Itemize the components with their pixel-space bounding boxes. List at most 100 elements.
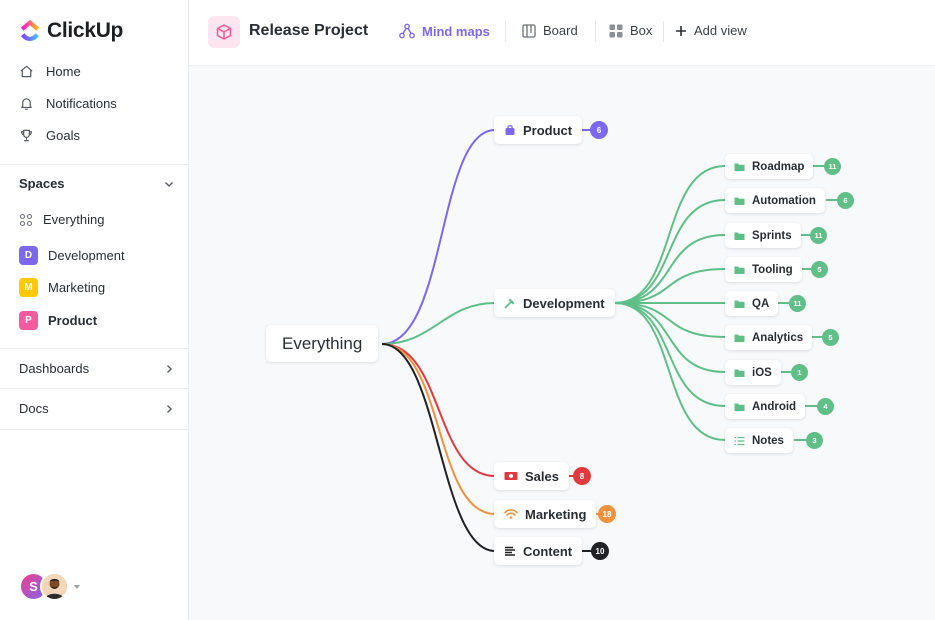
space-badge: D [19,246,38,265]
count-badge: 1 [791,364,808,381]
leaf-node-ios[interactable]: iOS [725,360,781,385]
space-everything[interactable]: Everything [19,212,104,227]
bag-icon [505,125,515,135]
chevron-down-icon[interactable] [163,178,175,190]
hammer-icon [504,298,515,309]
folder-icon [734,232,745,240]
chevron-right-icon [167,404,172,413]
clickup-logo-icon [20,19,40,41]
caret-down-icon[interactable] [74,584,80,589]
space-badge: P [19,311,38,330]
sidebar-divider [0,164,189,165]
leaf-label: Android [752,400,797,413]
brand-name: ClickUp [47,19,124,42]
folder-icon [734,403,745,411]
money-icon [504,472,518,480]
branch-label: Sales [525,468,559,484]
branch-node-marketing[interactable]: Marketing [494,500,597,528]
sidebar: ClickUp Home Notifications Goals Spaces … [0,0,189,620]
wifi-icon [504,509,518,519]
spaces-header[interactable]: Spaces [19,176,175,191]
nav-home[interactable]: Home [19,61,81,81]
bell-icon [21,97,32,110]
branch-node-product[interactable]: Product [494,116,583,144]
leaf-node-roadmap[interactable]: Roadmap [725,154,814,179]
count-badge: 18 [598,505,616,523]
link-leaf [614,302,726,407]
branch-node-content[interactable]: Content [494,537,583,565]
leaf-node-automation[interactable]: Automation [725,188,825,213]
count-badge: 6 [837,192,854,209]
branch-node-development[interactable]: Development [494,289,615,317]
spaces-label: Spaces [19,176,65,191]
docs-section[interactable]: Docs [19,401,175,416]
nav-notifications-label: Notifications [46,95,117,111]
nav-goals[interactable]: Goals [19,125,80,145]
branch-node-sales[interactable]: Sales [494,462,569,490]
folder-icon [734,300,745,308]
sidebar-divider [0,348,189,349]
nav-notifications[interactable]: Notifications [19,93,117,113]
tab-board-label: Board [543,23,578,38]
branch-label: Marketing [525,506,587,522]
text-lines-icon [505,546,515,556]
add-view-label: Add view [694,23,747,38]
cube-icon [216,24,232,40]
count-badge: 3 [806,432,823,449]
space-label: Marketing [48,280,106,295]
board-icon [522,23,536,38]
leaf-label: QA [752,297,770,310]
leaf-label: Automation [752,194,816,207]
branch-label: Product [523,122,573,138]
link-leaf [614,165,726,304]
person-icon [42,574,67,599]
count-badge: 5 [811,261,828,278]
dashboards-section[interactable]: Dashboards [19,361,175,376]
space-development[interactable]: D Development [19,246,125,265]
space-label: Development [48,248,125,263]
link-leaf [614,268,726,304]
leaf-node-android[interactable]: Android [725,394,806,419]
list-icon [734,436,745,445]
root-label: Everything [282,333,363,353]
plus-icon [676,25,686,36]
tab-mind-maps[interactable]: Mind maps [399,23,490,39]
mind-map-canvas[interactable]: Everything Product 6 Development Sales 8… [189,66,935,620]
tab-separator [663,21,664,42]
leaf-label: Analytics [752,331,804,344]
box-icon [609,24,623,37]
leaf-label: Sprints [752,229,792,242]
space-product[interactable]: P Product [19,311,97,330]
clickup-logo[interactable]: ClickUp [19,19,123,43]
tab-mind-maps-label: Mind maps [422,23,490,39]
tab-box[interactable]: Box [609,23,652,38]
branch-label: Content [523,543,573,559]
space-marketing[interactable]: M Marketing [19,278,105,297]
folder-icon [734,369,745,377]
leaf-node-qa[interactable]: QA [725,291,779,316]
avatar-photo[interactable] [40,572,69,601]
leaf-node-notes[interactable]: Notes [725,428,793,453]
link-content [381,343,496,552]
link-leaf [614,302,726,338]
leaf-label: Tooling [752,263,793,276]
nav-home-label: Home [46,63,81,79]
mind-map-root-node[interactable]: Everything [266,325,379,362]
leaf-node-tooling[interactable]: Tooling [725,257,802,282]
user-avatars[interactable]: S [19,572,80,601]
mind-map-icon [399,23,415,39]
docs-label: Docs [19,401,49,416]
leaf-label: Notes [752,434,784,447]
add-view-button[interactable]: Add view [675,23,747,38]
link-leaf [614,302,726,441]
sidebar-divider [0,388,189,389]
count-badge: 11 [824,158,841,175]
folder-icon [734,163,745,171]
tab-board[interactable]: Board [522,23,578,38]
leaf-node-sprints[interactable]: Sprints [725,223,801,248]
count-badge: 10 [591,542,609,560]
home-icon [20,65,33,77]
leaf-label: iOS [752,366,772,379]
link-marketing [381,343,496,515]
leaf-node-analytics[interactable]: Analytics [725,325,813,350]
